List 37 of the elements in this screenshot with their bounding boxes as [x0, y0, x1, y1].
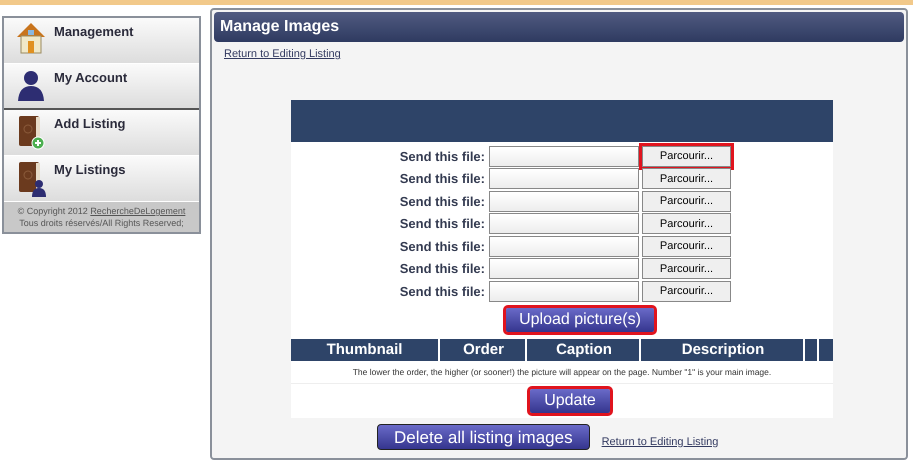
copyright-text: © Copyright 2012 — [18, 206, 89, 216]
file-path-field[interactable] — [489, 146, 639, 167]
return-link[interactable]: Return to Editing Listing — [224, 46, 341, 62]
send-file-label: Send this file: — [400, 238, 485, 256]
send-file-label: Send this file: — [400, 282, 485, 300]
book-person-icon — [16, 159, 46, 197]
send-file-label: Send this file: — [400, 260, 485, 278]
file-path-field[interactable] — [489, 213, 639, 234]
file-path-field[interactable] — [489, 258, 639, 280]
browse-button[interactable]: Parcourir... — [642, 236, 731, 257]
upload-button[interactable]: Upload picture(s) — [506, 308, 654, 332]
browse-button[interactable]: Parcourir... — [642, 258, 731, 280]
send-file-label: Send this file: — [400, 215, 485, 233]
rights-text: Tous droits réservés/All Rights Reserved; — [18, 217, 185, 229]
send-file-label: Send this file: — [400, 148, 485, 166]
order-note: The lower the order, the higher (or sooner!) the picture will appear on the page. Number "1" is your main image. — [291, 361, 833, 384]
book-add-icon — [16, 113, 46, 151]
sidebar-item[interactable]: Management — [4, 18, 199, 64]
browse-button[interactable]: Parcourir... — [642, 280, 731, 302]
browse-button[interactable]: Parcourir... — [642, 190, 731, 212]
update-button[interactable]: Update — [530, 389, 610, 413]
file-path-field[interactable] — [489, 168, 639, 190]
panel-title: Manage Images — [214, 12, 904, 42]
return-link[interactable]: Return to Editing Listing — [602, 434, 718, 450]
house-icon — [16, 21, 46, 55]
send-file-label: Send this file: — [400, 192, 485, 210]
browse-button[interactable]: Parcourir... — [642, 168, 731, 190]
sidebar-item[interactable]: My Listings — [4, 156, 199, 202]
site-link[interactable]: RechercheDeLogement — [90, 206, 186, 216]
file-path-field[interactable] — [489, 190, 639, 212]
browse-button[interactable]: Parcourir... — [642, 146, 731, 167]
file-path-field[interactable] — [489, 236, 639, 257]
file-path-field[interactable] — [489, 280, 639, 302]
browse-button[interactable]: Parcourir... — [642, 213, 731, 234]
send-file-label: Send this file: — [400, 170, 485, 188]
delete-images-button[interactable]: Delete all listing images — [377, 424, 590, 450]
sidebar-item[interactable]: Add Listing — [4, 110, 199, 156]
